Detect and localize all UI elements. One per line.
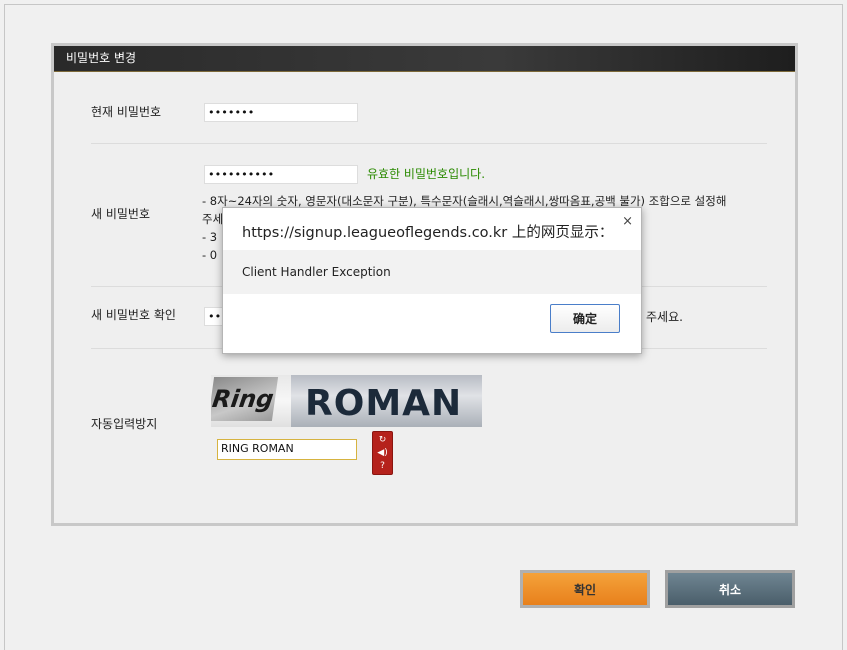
dialog-ok-button[interactable]: 确定 (550, 304, 620, 333)
dialog-title: https://signup.leagueoflegends.co.kr 上的网… (242, 225, 614, 241)
captcha-word-1: Ring (211, 377, 279, 421)
new-password-input[interactable]: •••••••••• (204, 165, 358, 184)
alert-dialog: https://signup.leagueoflegends.co.kr 上的网… (222, 207, 642, 354)
audio-icon[interactable]: ◀) (377, 448, 387, 458)
new-password-label: 새 비밀번호 (91, 207, 151, 221)
current-password-input[interactable]: ••••••• (204, 103, 358, 122)
dialog-message: Client Handler Exception (242, 265, 391, 279)
captcha-tools: ↻ ◀) ? (372, 431, 393, 475)
captcha-image: Ring ROMAN (211, 375, 482, 427)
captcha-label: 자동입력방지 (91, 417, 158, 431)
panel-title: 비밀번호 변경 (54, 46, 795, 72)
captcha-input[interactable]: RING ROMAN (217, 439, 357, 460)
password-valid-message: 유효한 비밀번호입니다. (367, 167, 486, 181)
confirm-button[interactable]: 확인 (520, 570, 650, 608)
help-icon[interactable]: ? (380, 461, 385, 471)
current-password-label: 현재 비밀번호 (91, 105, 162, 119)
cancel-button[interactable]: 취소 (665, 570, 795, 608)
captcha-word-2: ROMAN (291, 375, 482, 427)
close-icon[interactable]: × (622, 214, 633, 229)
confirm-password-label: 새 비밀번호 확인 (91, 308, 176, 322)
divider (91, 143, 767, 144)
refresh-icon[interactable]: ↻ (379, 435, 387, 445)
dialog-body: Client Handler Exception (223, 250, 641, 294)
confirm-hint: 주세요. (646, 310, 683, 324)
